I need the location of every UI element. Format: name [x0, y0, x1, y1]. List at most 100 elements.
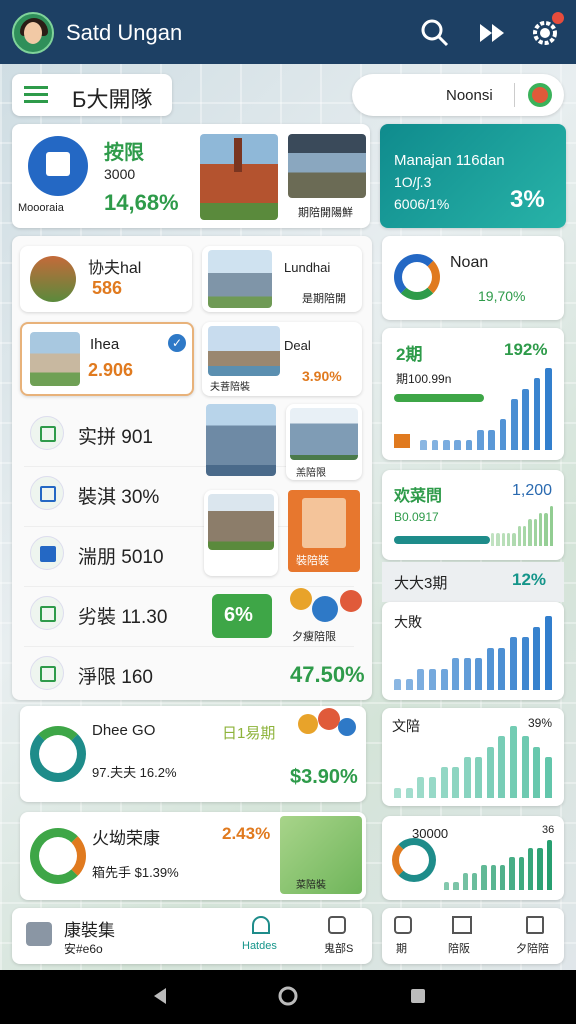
- highlight-card[interactable]: Manajan 116dan 1O/ʃ.3 6006/1% 3%: [380, 124, 566, 228]
- badge-value: 6%: [224, 604, 253, 626]
- tower-photo: [208, 250, 272, 308]
- list-icon[interactable]: [26, 922, 52, 946]
- building-card[interactable]: [204, 490, 278, 576]
- chart-bar: [521, 637, 529, 690]
- card-n-value: 2.43%: [222, 824, 271, 843]
- badge-green[interactable]: 6%: [212, 594, 272, 638]
- location-label: Noonsi: [446, 87, 493, 104]
- home-icon[interactable]: [278, 986, 298, 1011]
- card-i-sub: B0.0917: [394, 510, 439, 524]
- pin-red-icon: [340, 590, 362, 612]
- menu-pill[interactable]: Б大開隊: [12, 74, 172, 116]
- temple-card-orange[interactable]: 裝陪裝: [288, 490, 360, 572]
- coin-yellow-icon: [298, 714, 318, 734]
- row-1-label[interactable]: 实拼 901: [78, 422, 153, 449]
- bottom-title[interactable]: 康裝集: [64, 916, 115, 941]
- bar-chart-1: [418, 368, 554, 450]
- bottom-sub: 安#e6o: [64, 942, 103, 956]
- chart-bar: [537, 848, 543, 890]
- row-2-label[interactable]: 裝淇 30%: [78, 482, 159, 509]
- pin-icon[interactable]: [528, 83, 552, 107]
- highlight-line3: 6006/1%: [394, 196, 450, 212]
- top-app-bar: Satd Ungan: [0, 0, 576, 64]
- card-l[interactable]: Dhee GO 日1易期 97.夫夫 16.2% $3.90%: [20, 706, 366, 802]
- city-photo[interactable]: [288, 134, 366, 198]
- tab-3[interactable]: 期: [396, 940, 407, 956]
- tab-4[interactable]: 陪阪: [448, 940, 470, 956]
- coin-icon: [290, 588, 312, 610]
- settings-icon[interactable]: [530, 12, 564, 48]
- card-e[interactable]: Noan 19,70%: [382, 236, 564, 320]
- map-thumb[interactable]: 菜陪裝: [280, 816, 362, 894]
- card-d-sub: 是期陪開: [302, 293, 346, 305]
- chart-bar: [481, 865, 487, 890]
- calendar-icon: [30, 656, 64, 690]
- puzzle-icon[interactable]: [394, 916, 412, 934]
- card-g-sub: 夫菩陪裝: [210, 382, 250, 393]
- orange-caption: 裝陪裝: [296, 555, 329, 567]
- chart-bar: [462, 873, 469, 890]
- row-4-label[interactable]: 劣裝 11.30: [78, 602, 167, 629]
- card-e-title: Noan: [450, 254, 489, 271]
- skyline-card[interactable]: 羔陪限: [286, 404, 362, 480]
- card-g[interactable]: 夫菩陪裝 Deal 3.90%: [202, 322, 362, 396]
- chart-card-5[interactable]: 30000 36: [382, 816, 564, 900]
- chart-bar: [533, 746, 541, 798]
- card-n[interactable]: 火坳荣康 2.43% 箱先手 $1.39% 菜陪裝: [20, 812, 366, 900]
- chart-bar: [394, 679, 402, 690]
- chart-bar: [417, 668, 425, 690]
- row-5-label[interactable]: 淨限 160: [78, 662, 153, 689]
- card-g-title: Deal: [284, 338, 311, 353]
- highlight-line1: Manajan 116dan: [394, 152, 505, 169]
- back-icon[interactable]: [150, 986, 170, 1011]
- chart-bar: [507, 532, 511, 546]
- chart-bar: [546, 840, 553, 890]
- card-j[interactable]: 大大3期 12%: [382, 562, 564, 602]
- card-e-value: 19,70%: [478, 288, 526, 304]
- row-3-label[interactable]: 湍朋 5010: [78, 542, 164, 569]
- chart-bar: [431, 439, 439, 450]
- chart-card-3[interactable]: 大敗: [382, 602, 564, 700]
- checkmark-icon[interactable]: ✓: [168, 334, 186, 352]
- bottom-toolbar-left: 康裝集 安#e6o Hatdes 鬼部S: [12, 908, 372, 964]
- chart-card-4[interactable]: 文陪 39%: [382, 708, 564, 806]
- chart-bar: [488, 429, 496, 450]
- location-pill[interactable]: Noonsi: [352, 74, 564, 116]
- search-icon[interactable]: [420, 18, 450, 48]
- pagoda-photo: [208, 326, 280, 376]
- progress-bar-teal: [394, 536, 490, 544]
- card-j-value: 12%: [512, 570, 547, 589]
- church-photo[interactable]: [200, 134, 278, 220]
- card-f[interactable]: Ihea 2.906 ✓: [20, 322, 194, 396]
- chart-bar: [510, 637, 517, 690]
- chart-bar: [533, 626, 541, 690]
- check-icon: [30, 416, 64, 450]
- notes-icon[interactable]: [526, 916, 544, 934]
- tab-2[interactable]: 鬼部S: [324, 940, 353, 956]
- chart-card-1[interactable]: 2期 192% 期100.99n: [382, 328, 564, 460]
- donut-green-icon: [30, 828, 86, 884]
- skyline-photo-1[interactable]: [206, 404, 276, 476]
- recents-icon[interactable]: [408, 986, 428, 1011]
- system-nav-bar: [0, 970, 576, 1024]
- avatar[interactable]: [12, 12, 54, 54]
- chat-tab-icon[interactable]: [328, 916, 346, 934]
- tab-5[interactable]: 夕陪陪: [516, 940, 549, 956]
- card-d[interactable]: Lundhai 是期陪開: [202, 246, 362, 312]
- legend-swatch-orange: [394, 434, 410, 448]
- chart-bar: [429, 668, 436, 690]
- tab-1[interactable]: Hatdes: [242, 940, 277, 952]
- skyline-caption: 羔陪限: [296, 468, 326, 479]
- card-g-value: 3.90%: [302, 368, 342, 384]
- chart-card-2[interactable]: 欢菜問 1,200 B0.0917: [382, 470, 564, 560]
- summary-card[interactable]: Moooraia 按限 3000 14,68% 期陪開陽鮮: [12, 124, 370, 228]
- menu-icon[interactable]: [24, 86, 48, 89]
- book-icon[interactable]: [452, 916, 472, 934]
- palace-thumb: [30, 332, 80, 386]
- card-c[interactable]: 协夫hal 586: [20, 246, 192, 312]
- card-h-value: 192%: [504, 340, 548, 359]
- chart-bar: [544, 368, 552, 450]
- bell-icon[interactable]: [252, 916, 270, 934]
- app-title: Satd Ungan: [66, 20, 183, 45]
- play-icon[interactable]: [476, 18, 506, 48]
